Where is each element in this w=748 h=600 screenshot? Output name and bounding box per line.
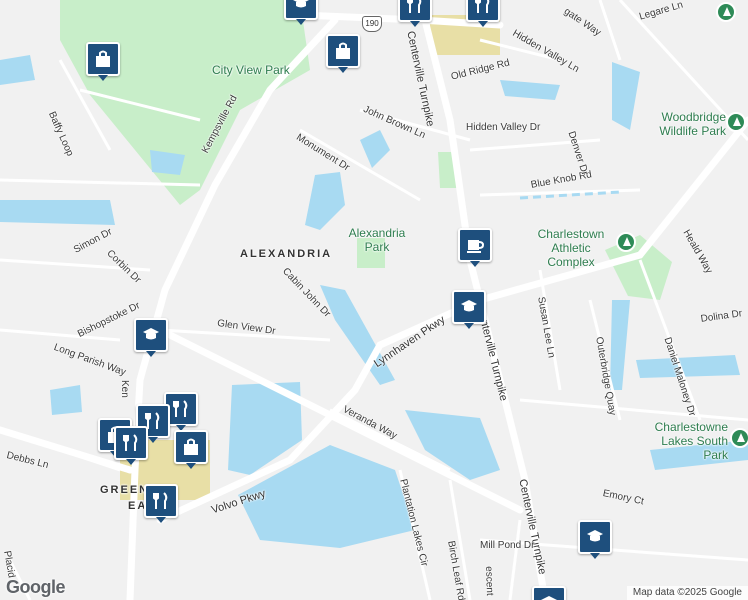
school-icon[interactable] — [134, 318, 168, 357]
area-label-alexandria: ALEXANDRIA — [240, 248, 333, 260]
park-tree-icon — [730, 428, 748, 448]
school-icon[interactable] — [532, 586, 566, 600]
shopping-bag-icon[interactable] — [86, 42, 120, 81]
park-label-alexandria[interactable]: Alexandria Park — [343, 226, 411, 254]
park-tree-icon — [716, 2, 736, 22]
google-logo[interactable]: Google — [6, 577, 66, 598]
street-label-mill-pond: Mill Pond Dr — [480, 540, 535, 551]
street-label-crescent: escent — [483, 566, 496, 596]
restaurant-icon[interactable] — [466, 0, 500, 27]
restaurant-icon[interactable] — [398, 0, 432, 27]
map-attribution[interactable]: Map data ©2025 Google — [626, 586, 748, 600]
park-label-charlestowne-lakes[interactable]: Charlestowne Lakes South Park — [640, 420, 728, 462]
street-label-kempsville-2: Ken — [119, 380, 130, 398]
map-canvas[interactable]: 190 ALEXANDRIA GREENB EA City View Park … — [0, 0, 748, 600]
shopping-bag-icon[interactable] — [326, 34, 360, 73]
street-label-hidden-valley-dr: Hidden Valley Dr — [466, 122, 541, 133]
map-base-layer — [0, 0, 748, 600]
park-tree-icon — [726, 112, 746, 132]
cafe-icon[interactable] — [458, 228, 492, 267]
school-icon[interactable] — [578, 520, 612, 559]
park-label-city-view[interactable]: City View Park — [212, 63, 290, 77]
park-label-charlestown[interactable]: Charlestown Athletic Complex — [530, 227, 612, 269]
school-icon[interactable] — [284, 0, 318, 25]
route-shield: 190 — [362, 16, 382, 32]
restaurant-icon[interactable] — [114, 426, 148, 465]
school-icon[interactable] — [452, 290, 486, 329]
park-tree-icon — [616, 232, 636, 252]
restaurant-icon[interactable] — [144, 484, 178, 523]
park-label-woodbridge[interactable]: Woodbridge Wildlife Park — [646, 110, 726, 138]
shopping-bag-icon[interactable] — [174, 430, 208, 469]
